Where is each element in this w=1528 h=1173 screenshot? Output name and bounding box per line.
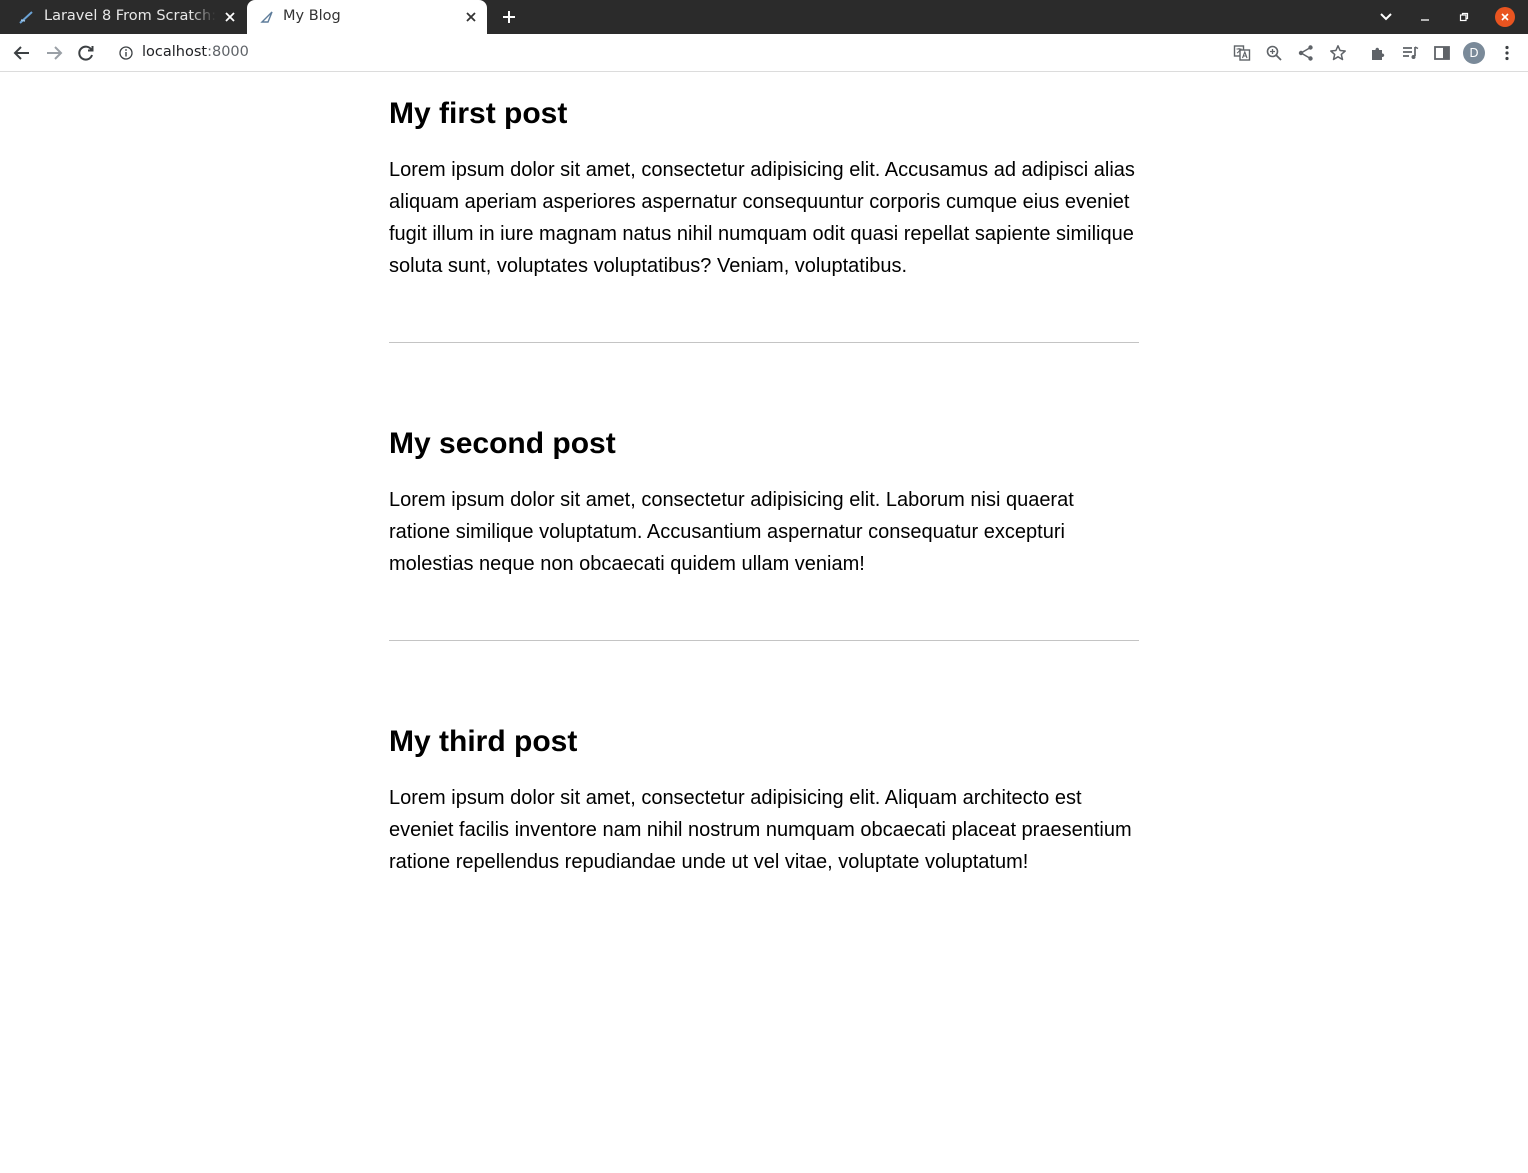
address-bar[interactable]: localhost:8000 [108,38,1356,68]
forward-button[interactable] [44,43,64,63]
tab-title: Laravel 8 From Scratch: M [44,8,216,24]
post-article: My second post Lorem ipsum dolor sit ame… [389,343,1139,580]
reload-button[interactable] [76,43,96,63]
laracasts-favicon-icon [18,9,34,25]
tab-search-button[interactable] [1376,7,1396,27]
chevron-down-icon [1380,13,1392,21]
side-panel-button[interactable] [1432,43,1452,63]
translate-button[interactable] [1232,43,1252,63]
profile-avatar[interactable]: D [1463,42,1485,64]
arrow-right-icon [47,46,63,60]
side-panel-icon [1434,46,1450,60]
close-icon [1495,7,1515,27]
tab-laravel[interactable]: Laravel 8 From Scratch: M [0,0,246,34]
menu-button[interactable] [1497,43,1517,63]
restore-icon [1459,12,1469,22]
url-port: :8000 [207,44,249,60]
post-title: My third post [389,725,578,758]
translate-icon [1233,45,1251,61]
tab-close-icon[interactable] [463,9,479,25]
bookmark-button[interactable] [1328,43,1348,63]
browser-toolbar: localhost:8000 D [0,34,1528,72]
blog-content: My first post Lorem ipsum dolor sit amet… [389,73,1139,878]
puzzle-icon [1372,47,1385,60]
share-icon [1298,45,1313,61]
share-button[interactable] [1296,43,1316,63]
tab-close-icon[interactable] [222,9,238,25]
post-article: My first post Lorem ipsum dolor sit amet… [389,73,1139,282]
info-icon[interactable] [118,45,134,61]
post-title: My first post [389,97,568,130]
new-tab-button[interactable] [499,7,519,27]
tab-my-blog[interactable]: My Blog [247,0,487,34]
url-text: localhost:8000 [142,44,249,60]
tab-title: My Blog [283,8,341,24]
restore-button[interactable] [1454,7,1474,27]
media-control-button[interactable] [1400,43,1420,63]
back-button[interactable] [12,43,32,63]
extensions-button[interactable] [1368,43,1388,63]
post-article: My third post Lorem ipsum dolor sit amet… [389,641,1139,878]
more-vert-icon [1505,45,1509,61]
zoom-button[interactable] [1264,43,1284,63]
zoom-icon [1266,45,1282,61]
tab-strip: Laravel 8 From Scratch: M My Blog [0,0,1528,34]
post-body: Lorem ipsum dolor sit amet, consectetur … [389,787,1132,873]
url-host: localhost [142,44,208,60]
post-body: Lorem ipsum dolor sit amet, consectetur … [389,489,1074,575]
minimize-icon [1421,19,1429,21]
minimize-button[interactable] [1415,7,1435,27]
reload-icon [78,45,94,61]
star-icon [1330,45,1346,61]
post-body: Lorem ipsum dolor sit amet, consectetur … [389,159,1135,277]
arrow-left-icon [13,46,29,60]
playlist-icon [1403,46,1419,59]
post-title: My second post [389,427,616,460]
plus-icon [503,11,515,23]
window-close-button[interactable] [1495,7,1515,27]
laravel-favicon-icon [259,9,275,25]
